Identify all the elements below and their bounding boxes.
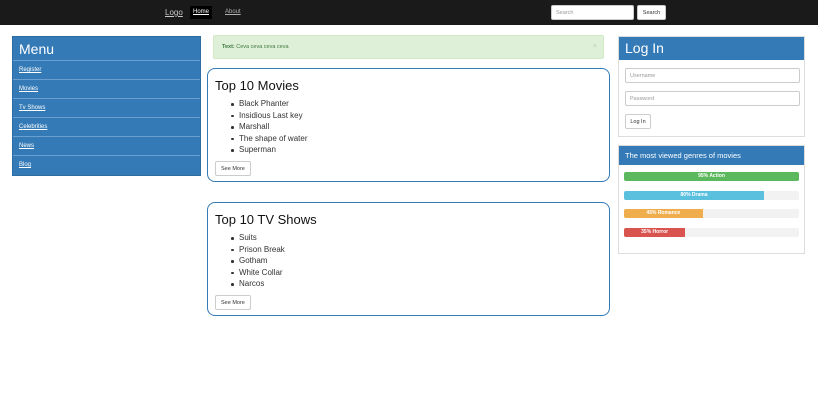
tv-list: Suits Prison Break Gotham White Collar N… (231, 232, 609, 290)
list-item: Prison Break (231, 244, 609, 256)
menu-item-news[interactable]: News (13, 137, 200, 156)
search-input[interactable] (551, 5, 634, 20)
list-item: Superman (231, 144, 609, 156)
menu-item-register[interactable]: Register (13, 61, 200, 80)
alert-label: Text: (222, 44, 235, 50)
progress-track: 45% Romance (624, 209, 799, 218)
progress-track: 95% Action (624, 172, 799, 181)
nav-about-link[interactable]: About (222, 6, 244, 19)
list-item: Insidious Last key (231, 110, 609, 122)
login-button[interactable]: Log In (625, 114, 651, 129)
menu-item-movies[interactable]: Movies (13, 80, 200, 99)
login-title: Log In (619, 37, 804, 60)
progress-bar-horror: 35% Horror (624, 228, 686, 237)
username-field[interactable] (625, 68, 800, 83)
progress-track: 80% Drama (624, 191, 799, 200)
tv-title: Top 10 TV Shows (215, 212, 317, 227)
menu-item-tv-shows[interactable]: Tv Shows (13, 99, 200, 118)
top-movies-panel: Top 10 Movies Black Phanter Insidious La… (207, 68, 610, 182)
list-item: Narcos (231, 278, 609, 290)
success-alert: Text: Ceva ceva ceva ceva × (213, 35, 604, 59)
list-item: Gotham (231, 255, 609, 267)
menu-item-celebrities[interactable]: Celebrities (13, 118, 200, 137)
alert-message: Ceva ceva ceva ceva (236, 44, 289, 50)
list-item: The shape of water (231, 133, 609, 145)
movies-see-more-button[interactable]: See More (215, 161, 251, 176)
logo-link[interactable]: Logo (165, 8, 183, 17)
nav-home-link[interactable]: Home (190, 6, 213, 19)
login-panel: Log In Log In (618, 36, 805, 137)
genres-title: The most viewed genres of movies (619, 146, 804, 165)
top-tv-shows-panel: Top 10 TV Shows Suits Prison Break Gotha… (207, 202, 610, 316)
password-field[interactable] (625, 91, 800, 106)
list-item: White Collar (231, 267, 609, 279)
search-button[interactable]: Search (637, 5, 666, 20)
list-item: Black Phanter (231, 98, 609, 110)
progress-bar-romance: 45% Romance (624, 209, 703, 218)
progress-bar-drama: 80% Drama (624, 191, 764, 200)
genres-panel: The most viewed genres of movies 95% Act… (618, 145, 805, 254)
sidebar-menu: Menu Register Movies Tv Shows Celebritie… (12, 36, 201, 176)
movies-list: Black Phanter Insidious Last key Marshal… (231, 98, 609, 156)
list-item: Suits (231, 232, 609, 244)
progress-track: 35% Horror (624, 228, 799, 237)
top-navbar: Logo Home About Search (0, 0, 818, 25)
menu-title: Menu (13, 37, 200, 61)
movies-title: Top 10 Movies (215, 78, 299, 93)
menu-item-blog[interactable]: Blog (13, 156, 200, 175)
progress-bar-action: 95% Action (624, 172, 799, 181)
list-item: Marshall (231, 121, 609, 133)
close-icon[interactable]: × (593, 36, 597, 58)
tv-see-more-button[interactable]: See More (215, 295, 251, 310)
